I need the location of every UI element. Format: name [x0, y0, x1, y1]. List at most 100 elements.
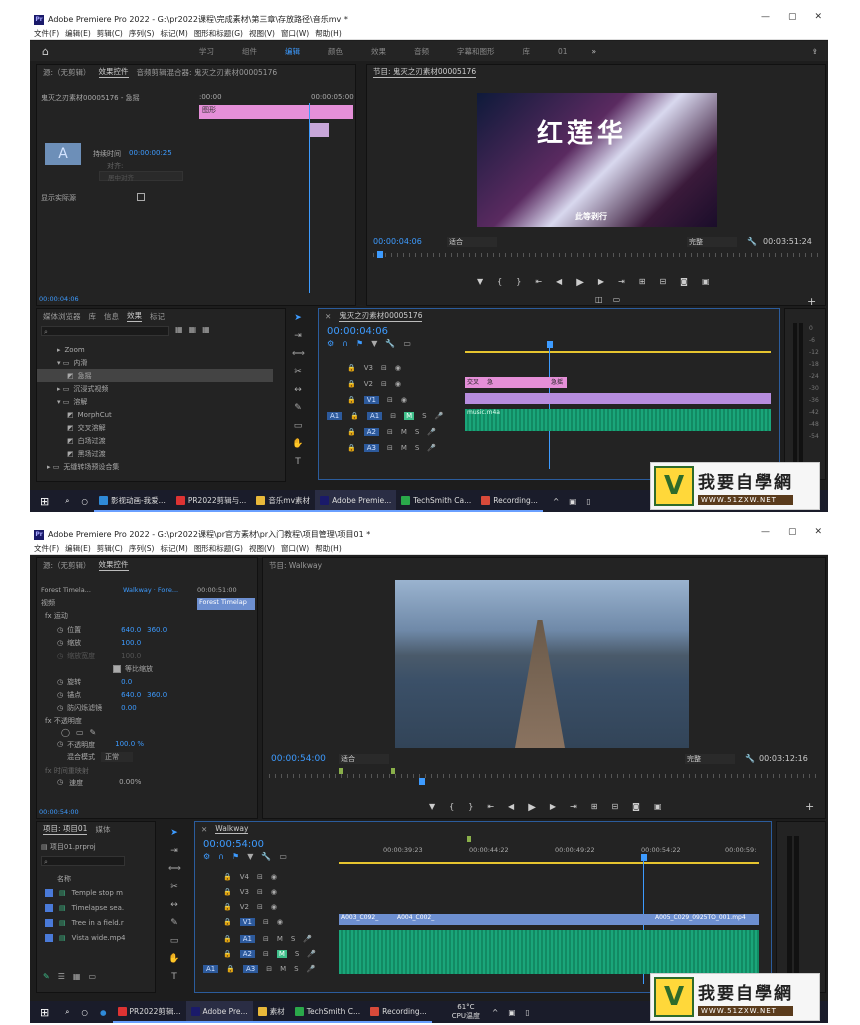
menu-file-2[interactable]: 文件(F): [34, 543, 59, 554]
taskbar-item-recording-2[interactable]: Recording...: [365, 1001, 432, 1023]
menu-view[interactable]: 视图(V): [249, 28, 275, 39]
razor-icon[interactable]: ✂: [292, 366, 304, 378]
taskbar-item-folder-2[interactable]: 素材: [252, 1001, 290, 1023]
ec-transition-block[interactable]: [309, 123, 329, 137]
rect-mask-icon[interactable]: ▭: [76, 728, 84, 737]
nest-icon[interactable]: ⚙: [327, 339, 334, 348]
ws-01[interactable]: 01: [558, 47, 568, 56]
taskbar-item-pdf-2[interactable]: PR2022剪辑...: [112, 1001, 186, 1023]
menu-window[interactable]: 窗口(W): [281, 28, 309, 39]
sequence-tab[interactable]: 鬼灭之刃素材00005176: [339, 310, 423, 322]
tab-markers[interactable]: 标记: [150, 311, 165, 322]
ec-show-source-checkbox[interactable]: [137, 193, 145, 201]
selection-tool-icon-2[interactable]: ➤: [168, 827, 180, 839]
uniform-scale-checkbox[interactable]: [113, 664, 121, 673]
menu-clip-2[interactable]: 剪辑(C): [97, 543, 123, 554]
settings-icon[interactable]: 🔧: [385, 339, 395, 348]
nest-icon-2[interactable]: ⚙: [203, 852, 210, 861]
program-timecode-2[interactable]: 00:00:54:00: [271, 754, 326, 764]
rectangle-icon[interactable]: ▭: [292, 420, 304, 432]
menu-sequence[interactable]: 序列(S): [129, 28, 155, 39]
hand-icon-2[interactable]: ✋: [168, 953, 180, 965]
add-button-icon[interactable]: +: [807, 295, 816, 308]
mark-in-icon-2[interactable]: {: [449, 802, 454, 813]
track-select-icon-2[interactable]: ⇥: [168, 845, 180, 857]
project-item[interactable]: ▤ Tree in a field.r: [37, 916, 147, 929]
edge-icon-2[interactable]: ●: [94, 1008, 113, 1017]
type-icon[interactable]: T: [292, 456, 304, 468]
in-marker[interactable]: [339, 768, 343, 774]
tab-source-2[interactable]: 源:（无剪辑）: [43, 560, 91, 571]
sequence-tab-2[interactable]: Walkway: [215, 824, 249, 834]
ws-learn[interactable]: 学习: [199, 46, 214, 57]
snap-icon-2[interactable]: ∩: [218, 852, 224, 861]
program-playhead-2[interactable]: [419, 778, 425, 785]
tree-item-dissolve[interactable]: ▾ ▭ 溶解: [37, 395, 273, 408]
close-seq-icon-2[interactable]: ✕: [201, 825, 207, 834]
ws-libraries[interactable]: 库: [522, 46, 530, 57]
tab-effects[interactable]: 效果: [127, 310, 142, 322]
menu-edit-2[interactable]: 编辑(E): [65, 543, 91, 554]
menu-file[interactable]: 文件(F): [34, 28, 59, 39]
menu-graphics[interactable]: 图形和标题(G): [194, 28, 243, 39]
tab-source[interactable]: 源:（无剪辑）: [43, 67, 91, 78]
taskbar-search-icon[interactable]: ⌕: [59, 496, 75, 506]
ec-duration-value[interactable]: 00:00:00:25: [129, 149, 172, 157]
captions-icon-2[interactable]: ▭: [279, 852, 287, 861]
ws-effects[interactable]: 效果: [371, 46, 386, 57]
tree-item-morphcut[interactable]: ◩ MorphCut: [37, 408, 273, 421]
menu-help[interactable]: 帮助(H): [315, 28, 342, 39]
program-playhead[interactable]: [377, 251, 383, 258]
snap-icon[interactable]: ∩: [342, 339, 348, 348]
list-view-icon[interactable]: ☰: [58, 972, 65, 981]
tree-item-slide[interactable]: ▾ ▭ 内滑: [37, 356, 273, 369]
maximize-icon[interactable]: ▢: [788, 12, 797, 22]
tree-item-dip-white[interactable]: ◩ 白场过渡: [37, 434, 273, 447]
taskbar-item-recording[interactable]: Recording...: [476, 490, 543, 512]
share-icon[interactable]: ⇪: [812, 47, 818, 56]
ellipse-mask-icon[interactable]: ◯: [61, 728, 70, 737]
slip-icon-2[interactable]: ↔: [168, 899, 180, 911]
overwrite-icon[interactable]: ⊟: [659, 277, 666, 288]
insert-icon[interactable]: ⊞: [639, 277, 646, 288]
taskbar-item-camtasia-2[interactable]: TechSmith C...: [289, 1001, 366, 1023]
insert-icon-2[interactable]: ⊞: [591, 802, 598, 813]
clip-a1-music[interactable]: music.m4a: [465, 409, 771, 431]
close-seq-icon[interactable]: ✕: [325, 312, 331, 321]
tab-project[interactable]: 项目: 项目01: [43, 823, 88, 835]
marker-icon-2[interactable]: ▼: [247, 852, 253, 861]
ec-align-dropdown[interactable]: 居中对齐: [99, 171, 183, 182]
menu-marker[interactable]: 标记(M): [160, 28, 187, 39]
cpu-temp-widget[interactable]: 61°C CPU温度: [452, 1003, 480, 1021]
linked-icon-2[interactable]: ⚑: [232, 852, 239, 861]
rectangle-icon-2[interactable]: ▭: [168, 935, 180, 947]
selection-tool-icon[interactable]: ➤: [292, 312, 304, 324]
tray-app-icon-2[interactable]: ▣: [508, 1008, 515, 1017]
ws-captions[interactable]: 字幕和图形: [457, 46, 495, 57]
clip-v1-a[interactable]: A003_C092_: [339, 914, 395, 925]
mark-out-icon[interactable]: }: [516, 277, 521, 288]
compare-icon[interactable]: ▣: [702, 277, 710, 288]
edit-pencil-icon[interactable]: ✎: [43, 972, 50, 981]
project-col-name[interactable]: 名称: [57, 874, 71, 884]
ws-assembly[interactable]: 组件: [242, 46, 257, 57]
tab-effect-controls[interactable]: 效果控件: [98, 66, 129, 78]
menu-graphics-2[interactable]: 图形和标题(G): [194, 543, 243, 554]
linked-icon[interactable]: ⚑: [356, 339, 363, 348]
close-icon[interactable]: ✕: [814, 12, 822, 22]
pen-mask-icon[interactable]: ✎: [90, 728, 97, 737]
accel-filter-icon[interactable]: ▦: [175, 325, 183, 334]
clip-v1-b[interactable]: A004_C002_: [395, 914, 523, 925]
captions-icon[interactable]: ▭: [403, 339, 411, 348]
sequence-marker[interactable]: [467, 836, 471, 842]
wrench-icon[interactable]: 🔧: [747, 237, 757, 246]
taskbar-item-camtasia[interactable]: TechSmith Ca...: [396, 490, 477, 512]
tray-chevron-icon-2[interactable]: ^: [492, 1008, 498, 1017]
ec-graphic-bar[interactable]: 图形: [199, 105, 353, 119]
windows-start-icon[interactable]: ⊞: [30, 495, 59, 508]
type-icon-2[interactable]: T: [168, 971, 180, 983]
pen-icon-2[interactable]: ✎: [168, 917, 180, 929]
ripple-edit-icon-2[interactable]: ⟺: [168, 863, 181, 875]
task-view-icon[interactable]: ○: [75, 497, 94, 506]
step-back-icon[interactable]: ◀: [556, 277, 562, 288]
